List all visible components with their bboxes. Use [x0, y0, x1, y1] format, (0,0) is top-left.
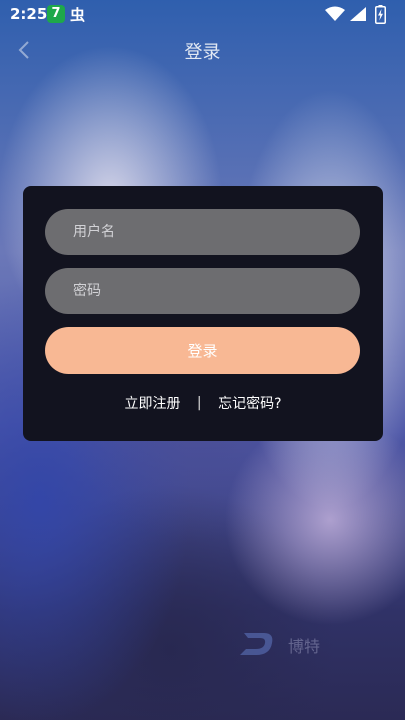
register-link[interactable]: 立即注册: [124, 393, 180, 413]
status-bar: 2:25 7 虫: [0, 0, 405, 30]
login-card: 登录 立即注册 | 忘记密码?: [23, 186, 383, 441]
page-title: 登录: [184, 42, 221, 63]
status-time: 2:25: [10, 5, 48, 23]
auth-links: 立即注册 | 忘记密码?: [23, 393, 383, 415]
status-icons: [325, 5, 395, 24]
password-input[interactable]: [45, 268, 360, 314]
bug-notification-icon: 虫: [70, 6, 86, 24]
watermark-text: 博特: [288, 637, 321, 656]
wifi-icon: [325, 6, 345, 21]
nav-bar: 登录: [0, 30, 405, 70]
signal-icon: [350, 7, 366, 21]
battery-icon: [375, 5, 386, 24]
login-button[interactable]: 登录: [45, 327, 360, 374]
forgot-password-link[interactable]: 忘记密码?: [218, 393, 281, 413]
watermark: 博特: [238, 627, 358, 661]
watermark-logo-icon: [240, 633, 273, 655]
username-input[interactable]: [45, 209, 360, 255]
link-divider: |: [196, 395, 202, 411]
app-notification-icon: 7: [47, 5, 65, 23]
